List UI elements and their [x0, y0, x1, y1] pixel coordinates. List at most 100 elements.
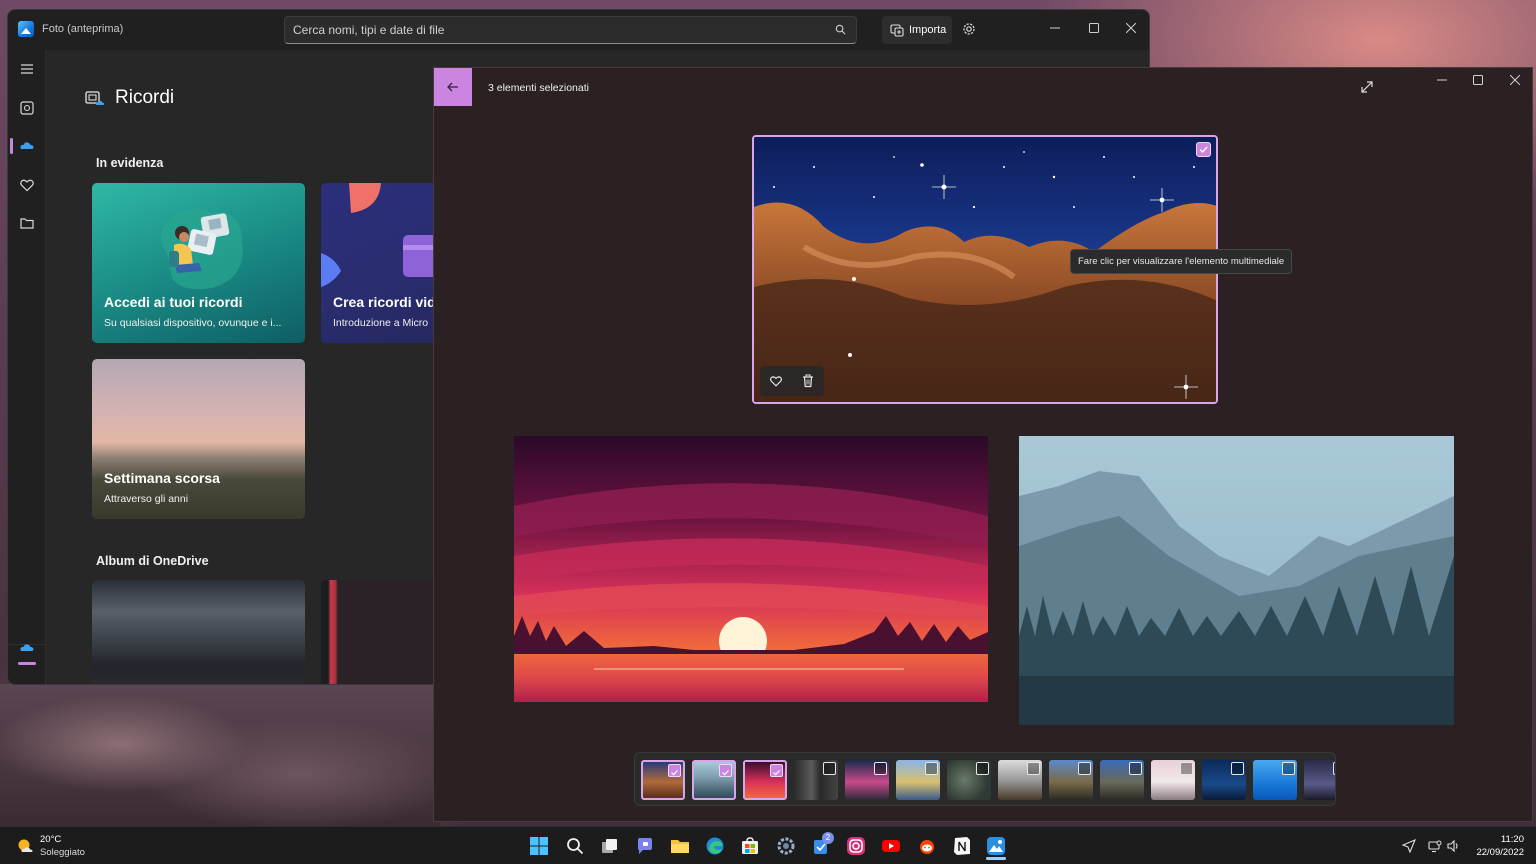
favorite-heart-icon[interactable] — [769, 374, 783, 388]
featured-card-last-week[interactable]: Settimana scorsa Attraverso gli anni — [92, 359, 305, 519]
storage-indicator-icon — [18, 662, 36, 665]
tooltip: Fare clic per visualizzare l'elemento mu… — [1070, 249, 1293, 274]
thumbnail-checkbox[interactable] — [1180, 762, 1193, 775]
weather-sun-icon[interactable] — [16, 837, 34, 855]
thumbnail-checkbox[interactable] — [1282, 762, 1295, 775]
hamburger-menu-icon[interactable] — [19, 61, 35, 77]
selection-count: 3 elementi selezionati — [488, 82, 589, 94]
checkmark-icon — [671, 769, 678, 776]
thumbnail-checkbox[interactable] — [976, 762, 989, 775]
thumbnail-checkbox[interactable] — [1231, 762, 1244, 775]
reddit-icon[interactable] — [917, 836, 937, 856]
filmstrip-thumbnail[interactable] — [947, 760, 991, 800]
page-title: Ricordi — [115, 87, 175, 108]
photo-sunset[interactable] — [514, 436, 988, 702]
filmstrip-thumbnail[interactable] — [641, 760, 685, 800]
onedrive-cloud-icon[interactable] — [19, 138, 35, 154]
notion-icon[interactable] — [952, 836, 972, 856]
close-button[interactable] — [1113, 16, 1149, 40]
thumbnail-checkbox[interactable] — [1129, 762, 1142, 775]
filmstrip-thumbnail[interactable] — [998, 760, 1042, 800]
onedrive-account-icon[interactable] — [19, 640, 35, 656]
volume-icon[interactable] — [1447, 839, 1461, 853]
thumbnail-checkbox[interactable] — [823, 762, 836, 775]
maximize-button[interactable] — [1076, 16, 1112, 40]
close-button[interactable] — [1497, 68, 1532, 92]
gear-icon[interactable] — [961, 21, 977, 37]
back-button[interactable] — [434, 68, 472, 106]
favorites-heart-icon[interactable] — [19, 177, 35, 193]
location-arrow-icon[interactable] — [1402, 839, 1416, 853]
thumbnail-checkbox[interactable] — [925, 762, 938, 775]
album-card[interactable] — [92, 580, 305, 684]
checkmark-icon — [722, 769, 729, 776]
maximize-icon — [1089, 23, 1099, 33]
start-windows-icon[interactable] — [529, 836, 549, 856]
filmstrip — [634, 752, 1336, 806]
filmstrip-thumbnail[interactable] — [743, 760, 787, 800]
filmstrip-thumbnail[interactable] — [1151, 760, 1195, 800]
delete-trash-icon[interactable] — [801, 374, 815, 388]
filmstrip-thumbnail[interactable] — [1049, 760, 1093, 800]
checkmark-icon — [773, 769, 780, 776]
selection-checkbox[interactable] — [1196, 142, 1211, 157]
close-icon — [1510, 75, 1520, 85]
title-bar: Foto (anteprima) Cerca nomi, tipi e date… — [8, 10, 1149, 50]
network-icon[interactable] — [1428, 839, 1442, 853]
photo-viewer-window: 3 elementi selezionati Fare clic per vis… — [433, 67, 1533, 822]
clock-time[interactable]: 11:20 — [1501, 834, 1524, 845]
sunset-image — [514, 436, 988, 702]
illustration-person-photos — [160, 209, 243, 290]
illustration-video-shapes — [321, 183, 441, 287]
thumbnail-checkbox[interactable] — [1027, 762, 1040, 775]
filmstrip-thumbnail[interactable] — [692, 760, 736, 800]
microsoft-store-icon[interactable] — [740, 836, 760, 856]
youtube-icon[interactable] — [881, 836, 901, 856]
navigation-rail — [8, 50, 46, 684]
weather-condition[interactable]: Soleggiato — [40, 847, 85, 858]
minimize-icon — [1050, 27, 1060, 29]
weather-temperature[interactable]: 20°C — [40, 834, 61, 845]
import-button[interactable]: Importa — [882, 16, 952, 44]
app-title: Foto (anteprima) — [42, 23, 124, 35]
filmstrip-thumbnail[interactable] — [1304, 760, 1335, 800]
file-explorer-icon[interactable] — [670, 836, 690, 856]
featured-card-create-video[interactable]: Crea ricordi vid Introduzione a Micro — [321, 183, 441, 343]
gallery-icon[interactable] — [19, 100, 35, 116]
photos-taskbar-icon[interactable] — [986, 836, 1006, 856]
thumbnail-checkbox[interactable] — [668, 764, 681, 777]
album-card[interactable] — [321, 580, 441, 684]
edge-browser-icon[interactable] — [705, 836, 725, 856]
thumbnail-checkbox[interactable] — [1333, 762, 1335, 775]
folder-icon[interactable] — [19, 215, 35, 231]
instagram-icon[interactable] — [846, 836, 866, 856]
featured-card-access-memories[interactable]: Accedi ai tuoi ricordi Su qualsiasi disp… — [92, 183, 305, 343]
filmstrip-thumbnail[interactable] — [845, 760, 889, 800]
taskbar-search-icon[interactable] — [565, 836, 585, 856]
clock-date[interactable]: 22/09/2022 — [1476, 847, 1524, 858]
thumbnail-checkbox[interactable] — [770, 764, 783, 777]
minimize-button[interactable] — [1424, 68, 1460, 92]
search-input[interactable]: Cerca nomi, tipi e date di file — [284, 16, 857, 44]
photo-mountains[interactable] — [1019, 436, 1454, 725]
mountains-image — [1019, 436, 1454, 725]
search-icon[interactable] — [835, 24, 846, 35]
expand-icon[interactable] — [1360, 80, 1374, 94]
settings-gear-icon[interactable] — [776, 836, 796, 856]
filmstrip-thumbnail[interactable] — [896, 760, 940, 800]
photos-app-icon — [18, 21, 34, 37]
teams-chat-icon[interactable] — [635, 836, 655, 856]
thumbnail-checkbox[interactable] — [719, 764, 732, 777]
thumbnail-checkbox[interactable] — [874, 762, 887, 775]
filmstrip-thumbnail[interactable] — [1100, 760, 1144, 800]
maximize-button[interactable] — [1460, 68, 1496, 92]
filmstrip-thumbnail[interactable] — [1253, 760, 1297, 800]
minimize-button[interactable] — [1037, 16, 1073, 40]
filmstrip-thumbnail[interactable] — [1202, 760, 1246, 800]
card-title: Crea ricordi vid — [333, 294, 436, 310]
filmstrip-thumbnail[interactable] — [794, 760, 838, 800]
task-view-icon[interactable] — [600, 836, 620, 856]
thumbnail-checkbox[interactable] — [1078, 762, 1091, 775]
onedrive-albums-section-title: Album di OneDrive — [96, 554, 209, 568]
taskbar: 20°C Soleggiato 2 11:20 22/09/2022 — [0, 826, 1536, 864]
